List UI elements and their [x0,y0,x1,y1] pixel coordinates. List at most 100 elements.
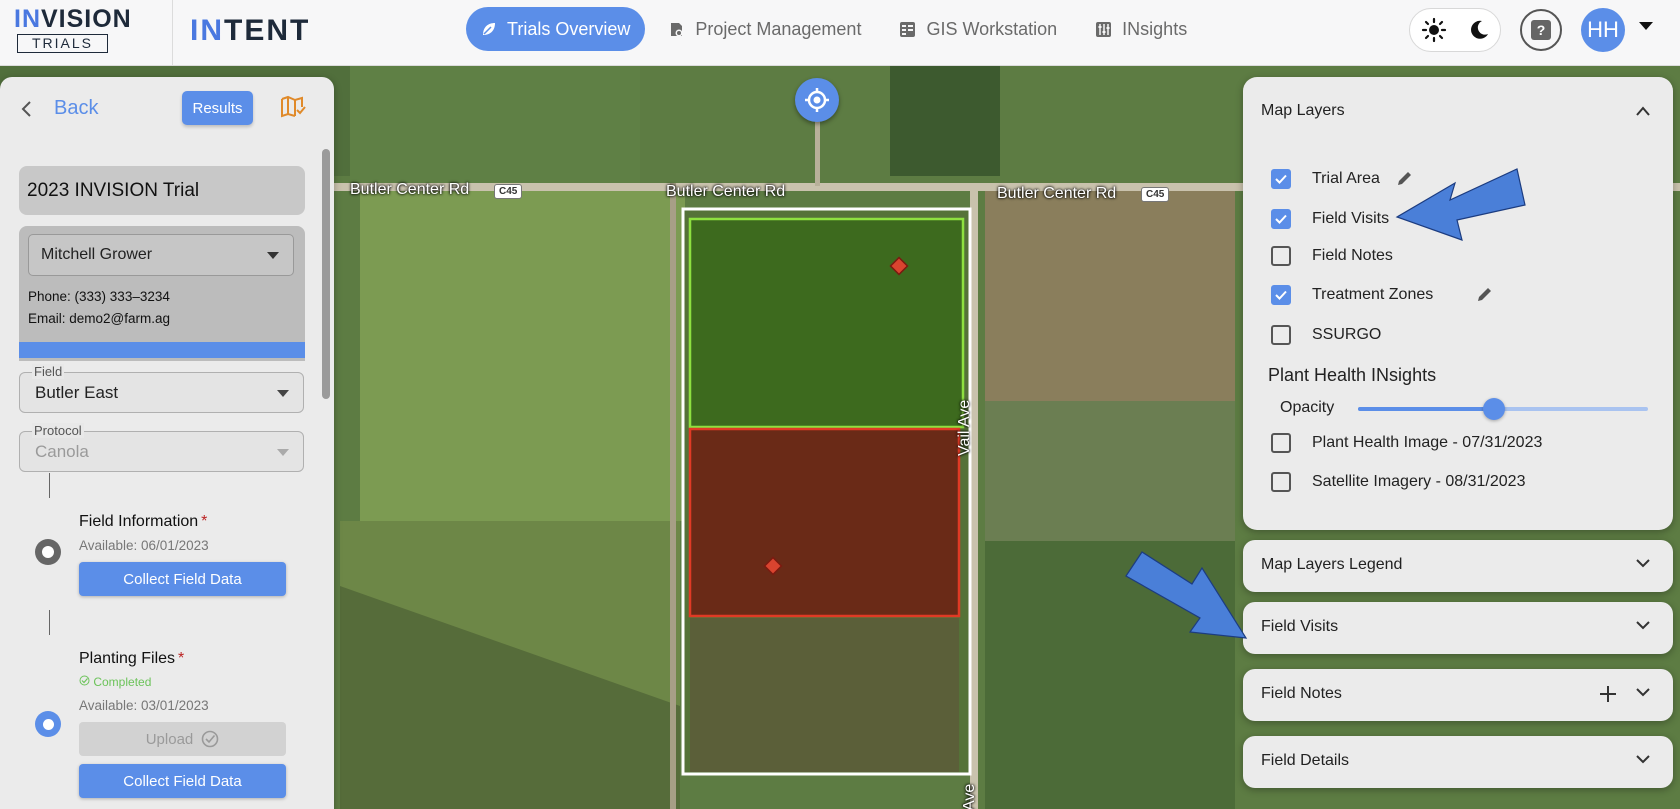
chevron-up-icon[interactable] [1635,106,1651,116]
protocol-select-label: Protocol [32,423,84,438]
accordion-title: Field Notes [1261,685,1342,702]
layer-treatment-zones[interactable]: Treatment Zones [1271,285,1493,305]
accordion-field-notes[interactable]: Field Notes [1243,669,1673,721]
layer-checkbox[interactable] [1271,209,1291,229]
panel-scrollbar[interactable] [322,149,330,399]
nav-label: INsights [1122,18,1188,39]
sun-icon[interactable] [1421,17,1447,43]
step-available-date: Available: 06/01/2023 [79,538,209,553]
layer-ssurgo[interactable]: SSURGO [1271,325,1381,345]
layer-field-notes[interactable]: Field Notes [1271,246,1393,266]
opacity-slider-fill [1358,407,1495,411]
route-badge: C45 [494,184,523,199]
layer-field-visits[interactable]: Field Visits [1271,209,1389,229]
grower-name: Mitchell Grower [41,246,153,263]
results-button[interactable]: Results [182,91,253,125]
opacity-slider[interactable] [1358,398,1648,420]
layer-checkbox[interactable] [1271,325,1291,345]
chevron-down-icon[interactable] [1635,620,1651,630]
svg-text:?: ? [1537,22,1546,38]
layer-checkbox[interactable] [1271,169,1291,189]
collect-field-data-button[interactable]: Collect Field Data [79,562,286,596]
layer-checkbox[interactable] [1271,472,1291,492]
layer-satellite-imagery[interactable]: Satellite Imagery - 08/31/2023 [1271,472,1525,492]
app-name-in: IN [190,14,224,47]
road-label: Butler Center Rd [997,185,1117,202]
back-label: Back [54,97,99,119]
step-radio-field-information[interactable] [35,539,61,565]
accordion-map-layers-legend[interactable]: Map Layers Legend [1243,540,1673,592]
app-root: Butler Center Rd C45 Butler Center Rd Bu… [0,0,1680,809]
layer-label: Trial Area [1312,170,1380,187]
chevron-down-icon[interactable] [1635,687,1651,697]
annotation-arrow-icon [1125,551,1248,639]
back-button[interactable]: Back [20,97,98,120]
layer-label: Treatment Zones [1312,286,1434,303]
nav-trials-overview[interactable]: Trials Overview [466,7,646,51]
step-connector [49,610,50,635]
intent-logo: INTENT [190,14,310,48]
moon-icon[interactable] [1468,19,1490,41]
layer-label: SSURGO [1312,326,1382,343]
grower-card-accent-bar [19,342,305,358]
nav-insights[interactable]: INsights [1080,7,1202,51]
trial-detail-panel: Back Results 2023 INVISION Trial Mitchel… [0,77,334,809]
field-select-label: Field [32,364,65,379]
nav-label: GIS Workstation [926,18,1058,39]
grower-select[interactable]: Mitchell Grower [28,234,294,276]
chevron-down-icon[interactable] [1635,754,1651,764]
layer-checkbox[interactable] [1271,433,1291,453]
layer-checkbox[interactable] [1271,246,1291,266]
layer-checkbox[interactable] [1271,285,1291,305]
grower-phone: Phone: (333) 333–3234 [28,289,170,304]
accordion-title: Field Visits [1261,618,1339,635]
caret-down-icon [277,390,289,397]
collect-field-data-button[interactable]: Collect Field Data [79,764,286,798]
trial-name: 2023 INVISION Trial [19,166,305,215]
layer-label: Plant Health Image - 07/31/2023 [1312,434,1543,451]
map-layers-panel: Map Layers Trial Area Field Visits Field… [1243,77,1673,530]
logo-in: IN [14,5,41,33]
layer-plant-health-image[interactable]: Plant Health Image - 07/31/2023 [1271,433,1542,453]
logo-vision: VISION [41,5,132,33]
main-nav: Trials Overview Project Management GIS W… [466,7,1210,51]
step-available-date: Available: 03/01/2023 [79,698,209,713]
chevron-down-icon[interactable] [1635,558,1651,568]
step-title: Planting Files * [79,650,184,668]
chevron-left-icon [21,100,31,117]
user-avatar[interactable]: HH [1581,8,1625,52]
protocol-select: Protocol Canola [19,423,304,472]
theme-toggle[interactable] [1409,8,1501,52]
locate-button[interactable] [795,78,839,122]
help-button[interactable]: ? [1520,9,1562,51]
accordion-field-details[interactable]: Field Details [1243,736,1673,788]
layer-label: Satellite Imagery - 08/31/2023 [1312,473,1526,490]
check-circle-icon [79,675,90,686]
grower-email: Email: demo2@farm.ag [28,311,171,326]
caret-down-icon [277,449,289,456]
opacity-slider-thumb[interactable] [1483,398,1506,420]
nav-project-management[interactable]: Project Management [653,7,876,51]
accordion-field-visits[interactable]: Field Visits [1243,602,1673,654]
caret-down-icon[interactable] [1638,20,1654,32]
project-gear-icon [671,22,683,36]
upload-button: Upload [79,722,286,756]
layer-label: Field Visits [1312,210,1390,227]
protocol-select-value: Canola [35,441,89,461]
nav-gis-workstation[interactable]: GIS Workstation [884,7,1072,51]
annotation-arrow-icon [1395,168,1526,241]
opacity-label: Opacity [1280,399,1335,416]
required-marker: * [201,513,208,530]
upload-label: Upload [145,730,194,748]
layer-trial-area[interactable]: Trial Area [1271,169,1413,189]
field-select[interactable]: Field Butler East [19,364,304,413]
map-check-icon[interactable] [280,95,306,119]
step-radio-planting-files[interactable] [35,711,61,737]
header-divider [172,0,173,66]
nav-label: Trials Overview [507,18,631,39]
map-layers-title: Map Layers [1261,102,1345,119]
pencil-icon[interactable] [1475,286,1493,304]
leaf-icon [483,23,495,35]
plus-icon[interactable] [1598,684,1618,704]
field-select-value: Butler East [35,382,119,402]
